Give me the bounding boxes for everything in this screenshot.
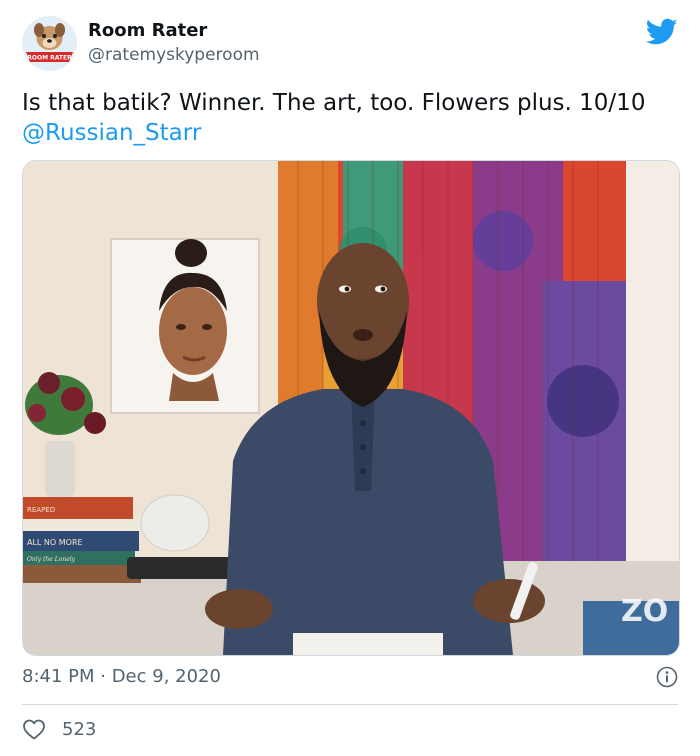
book-stack: REAPED ALL NO MORE Only the Lonely	[23, 497, 143, 583]
tweet-timestamp[interactable]: 8:41 PM · Dec 9, 2020	[22, 666, 221, 687]
author-handle[interactable]: @ratemyskyperoom	[88, 45, 260, 65]
tweet-text: Is that batik? Winner. The art, too. Flo…	[22, 90, 646, 116]
heart-icon[interactable]	[22, 718, 46, 740]
book-spine-1: REAPED	[27, 506, 55, 514]
avatar[interactable]: ROOM RATER	[22, 16, 77, 71]
avatar-label: ROOM RATER	[27, 55, 72, 62]
like-count: 523	[62, 718, 97, 740]
book-spine-3: Only the Lonely	[27, 556, 76, 563]
video-frame: REAPED ALL NO MORE Only the Lonely ZO	[23, 161, 679, 655]
tweet-body: Is that batik? Winner. The art, too. Flo…	[22, 88, 678, 148]
author-name[interactable]: Room Rater	[88, 20, 207, 41]
tweet-header: ROOM RATER Room Rater @ratemyskyperoom	[22, 14, 678, 72]
twitter-bird-icon[interactable]	[646, 18, 678, 46]
info-icon[interactable]	[656, 666, 678, 688]
like-action[interactable]: 523	[22, 716, 96, 742]
divider	[22, 704, 678, 705]
mention-link[interactable]: @Russian_Starr	[22, 118, 678, 148]
portrait-art	[110, 238, 260, 414]
video-watermark: ZO	[621, 594, 668, 629]
book-spine-2: ALL NO MORE	[27, 538, 83, 547]
tweet-media[interactable]: REAPED ALL NO MORE Only the Lonely ZO	[22, 160, 680, 656]
